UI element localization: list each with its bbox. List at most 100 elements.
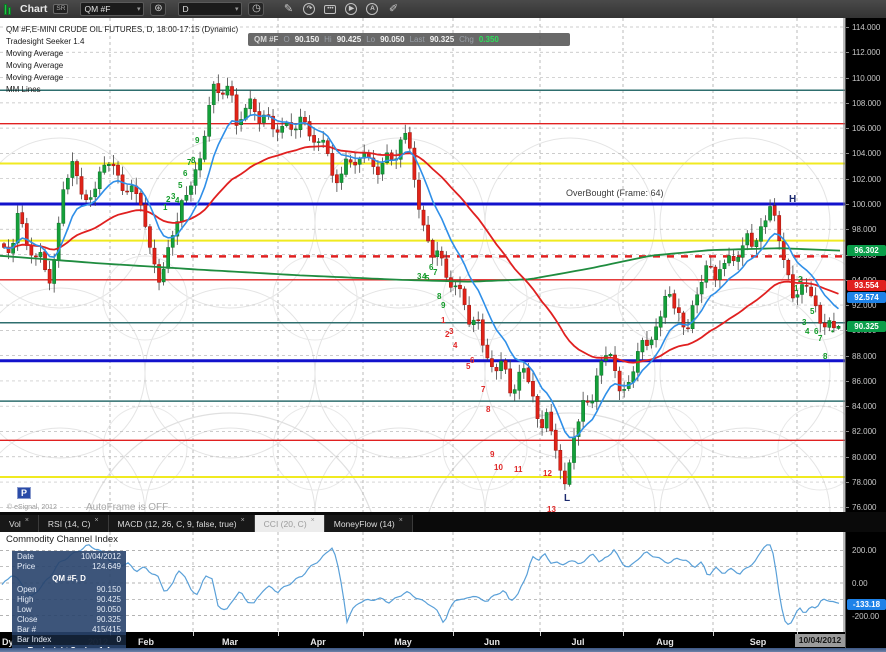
data-window-value: 415/415 <box>92 625 121 634</box>
close-icon[interactable]: × <box>399 513 403 529</box>
cci-tick-label: -200.00 <box>852 611 880 621</box>
data-window-value: 90.150 <box>96 585 121 594</box>
quote-field-label: Hi <box>324 35 332 44</box>
price-axis[interactable]: 114.000 112.000 110.000 108.000 106.000 104.0… <box>845 18 886 652</box>
price-tick-label: 108.000 <box>852 98 881 108</box>
price-tick-label: 100.000 <box>852 199 881 209</box>
data-window-label: Open <box>17 585 37 594</box>
study-label-seeker: Tradesight Seeker 1.4 <box>6 37 85 46</box>
quote-field-label: O <box>283 35 290 44</box>
quote-field-value: 90.425 <box>336 35 362 44</box>
auto-icon[interactable]: A <box>366 3 379 15</box>
quote-field-label: Last <box>409 35 425 44</box>
symbol-dropdown[interactable]: QM #F ▾ <box>80 2 145 16</box>
axis-tick <box>846 305 849 307</box>
chart-window: Chart SR QM #F ▾ ⊛ D ▾ ◷ ✎ ↷ ••• ▶ A ✐ QM #F,… <box>0 0 886 652</box>
price-tick-label: 102.000 <box>852 174 881 184</box>
draw-pencil-icon[interactable]: ✎ <box>282 2 294 16</box>
month-label-mar: Mar <box>221 637 239 647</box>
axis-tick <box>846 431 849 433</box>
symbol-lookup-icon[interactable]: ⊛ <box>150 2 167 16</box>
chevron-down-icon: ▾ <box>136 6 141 13</box>
study-label-ma1: Moving Average <box>6 49 64 58</box>
eraser-icon[interactable]: ✐ <box>387 2 399 16</box>
data-window-row: Bar Index 0 <box>12 635 126 645</box>
chevron-down-icon: ▾ <box>234 6 239 13</box>
tab-label: Vol <box>9 518 21 529</box>
time-tick <box>278 632 279 636</box>
cci-tick-label: 200.00 <box>852 546 877 556</box>
close-icon[interactable]: × <box>25 513 29 529</box>
month-label-jul: Jul <box>571 637 585 647</box>
time-tick <box>363 632 364 636</box>
data-window-label: High <box>17 595 34 604</box>
copyright-text: © eSignal, 2012 <box>7 504 57 511</box>
data-window-row: Low 90.050 <box>12 605 126 615</box>
play-icon[interactable]: ▶ <box>345 3 358 15</box>
close-icon[interactable]: × <box>311 513 315 529</box>
axis-tick <box>846 27 849 28</box>
price-tick-label: 114.000 <box>852 23 881 32</box>
tab-cci-20-c[interactable]: CCI (20, C) × <box>254 513 325 532</box>
quote-field-label: Lo <box>366 35 376 44</box>
quote-field-value: 0.350 <box>478 35 499 44</box>
tab-rsi-14-c[interactable]: RSI (14, C) × <box>38 513 109 532</box>
comment-icon[interactable]: ••• <box>324 4 337 14</box>
data-window-label: Price <box>17 562 36 571</box>
axis-tick <box>846 507 849 509</box>
tab-label: CCI (20, C) <box>263 518 307 529</box>
axis-tick <box>846 102 849 104</box>
price-tick-label: 104.000 <box>852 149 881 159</box>
study-label-ma3: Moving Average <box>6 73 64 82</box>
data-window-row: Bar # 415/415 <box>12 625 126 635</box>
price-badge: 90.325 <box>847 320 886 332</box>
data-window-value: 90.425 <box>96 595 121 604</box>
time-interval-icon[interactable]: ◷ <box>248 2 265 16</box>
symbol-value: QM #F <box>84 4 111 14</box>
interval-dropdown[interactable]: D ▾ <box>178 2 243 16</box>
quote-symbol: QM #F <box>254 35 279 44</box>
data-window-row: Open 90.150 <box>12 585 126 595</box>
price-tick-label: 80.000 <box>852 452 877 462</box>
axis-tick <box>846 406 849 408</box>
cci-value-badge: -133.18 <box>847 599 886 611</box>
axis-tick <box>846 178 849 180</box>
cci-panel[interactable]: Commodity Channel Index <box>0 532 845 632</box>
cci-plot <box>0 532 845 632</box>
data-window-row: Price 124.649 <box>12 562 126 572</box>
tab-vol[interactable]: Vol × <box>0 515 39 532</box>
cci-title: Commodity Channel Index <box>6 534 118 545</box>
data-window-row: Close 90.325 <box>12 615 126 625</box>
pointer-mode-badge[interactable]: P <box>17 487 31 499</box>
overbought-label: OverBought (Frame: 64) <box>566 188 664 198</box>
window-title: Chart <box>20 3 48 15</box>
data-window-row: High 90.425 <box>12 595 126 605</box>
month-label-aug: Aug <box>656 637 674 647</box>
quote-fields: O 90.150 Hi 90.425 Lo 90.050 Last 90.325 Chg 0.35… <box>283 35 498 44</box>
autoframe-status: AutoFrame is OFF <box>86 502 169 512</box>
close-icon[interactable]: × <box>94 513 98 529</box>
tab-moneyflow-14[interactable]: MoneyFlow (14) × <box>324 513 413 532</box>
chart-app-icon <box>4 3 13 15</box>
axis-tick <box>846 456 849 458</box>
data-window-value: 90.050 <box>96 605 121 614</box>
price-badge: 92.574 <box>847 292 886 304</box>
price-chart[interactable]: QM #F,E-MINI CRUDE OIL FUTURES, D, 18:00… <box>0 18 845 512</box>
close-icon[interactable]: × <box>241 513 245 529</box>
indicator-tabs: Vol × RSI (14, C) × MACD (12, 26, C, 9, fals… <box>0 512 886 532</box>
current-date-badge: 10/04/2012 <box>795 634 845 647</box>
tab-macd-12-26-c-9-false-true[interactable]: MACD (12, 26, C, 9, false, true) × <box>108 513 255 532</box>
month-label-apr: Apr <box>310 637 326 647</box>
axis-tick <box>846 355 849 357</box>
axis-tick <box>846 128 849 130</box>
candlestick-plot <box>0 18 845 512</box>
axis-tick <box>846 229 849 231</box>
replay-icon[interactable]: ↷ <box>303 3 316 15</box>
price-tick-label: 78.000 <box>852 478 877 488</box>
axis-tick <box>846 203 849 205</box>
data-window-label: Date <box>17 552 34 561</box>
month-label-jun: Jun <box>483 637 501 647</box>
window-badge: SR <box>53 4 69 14</box>
data-window-value: 124.649 <box>92 562 121 571</box>
axis-tick <box>846 380 849 382</box>
